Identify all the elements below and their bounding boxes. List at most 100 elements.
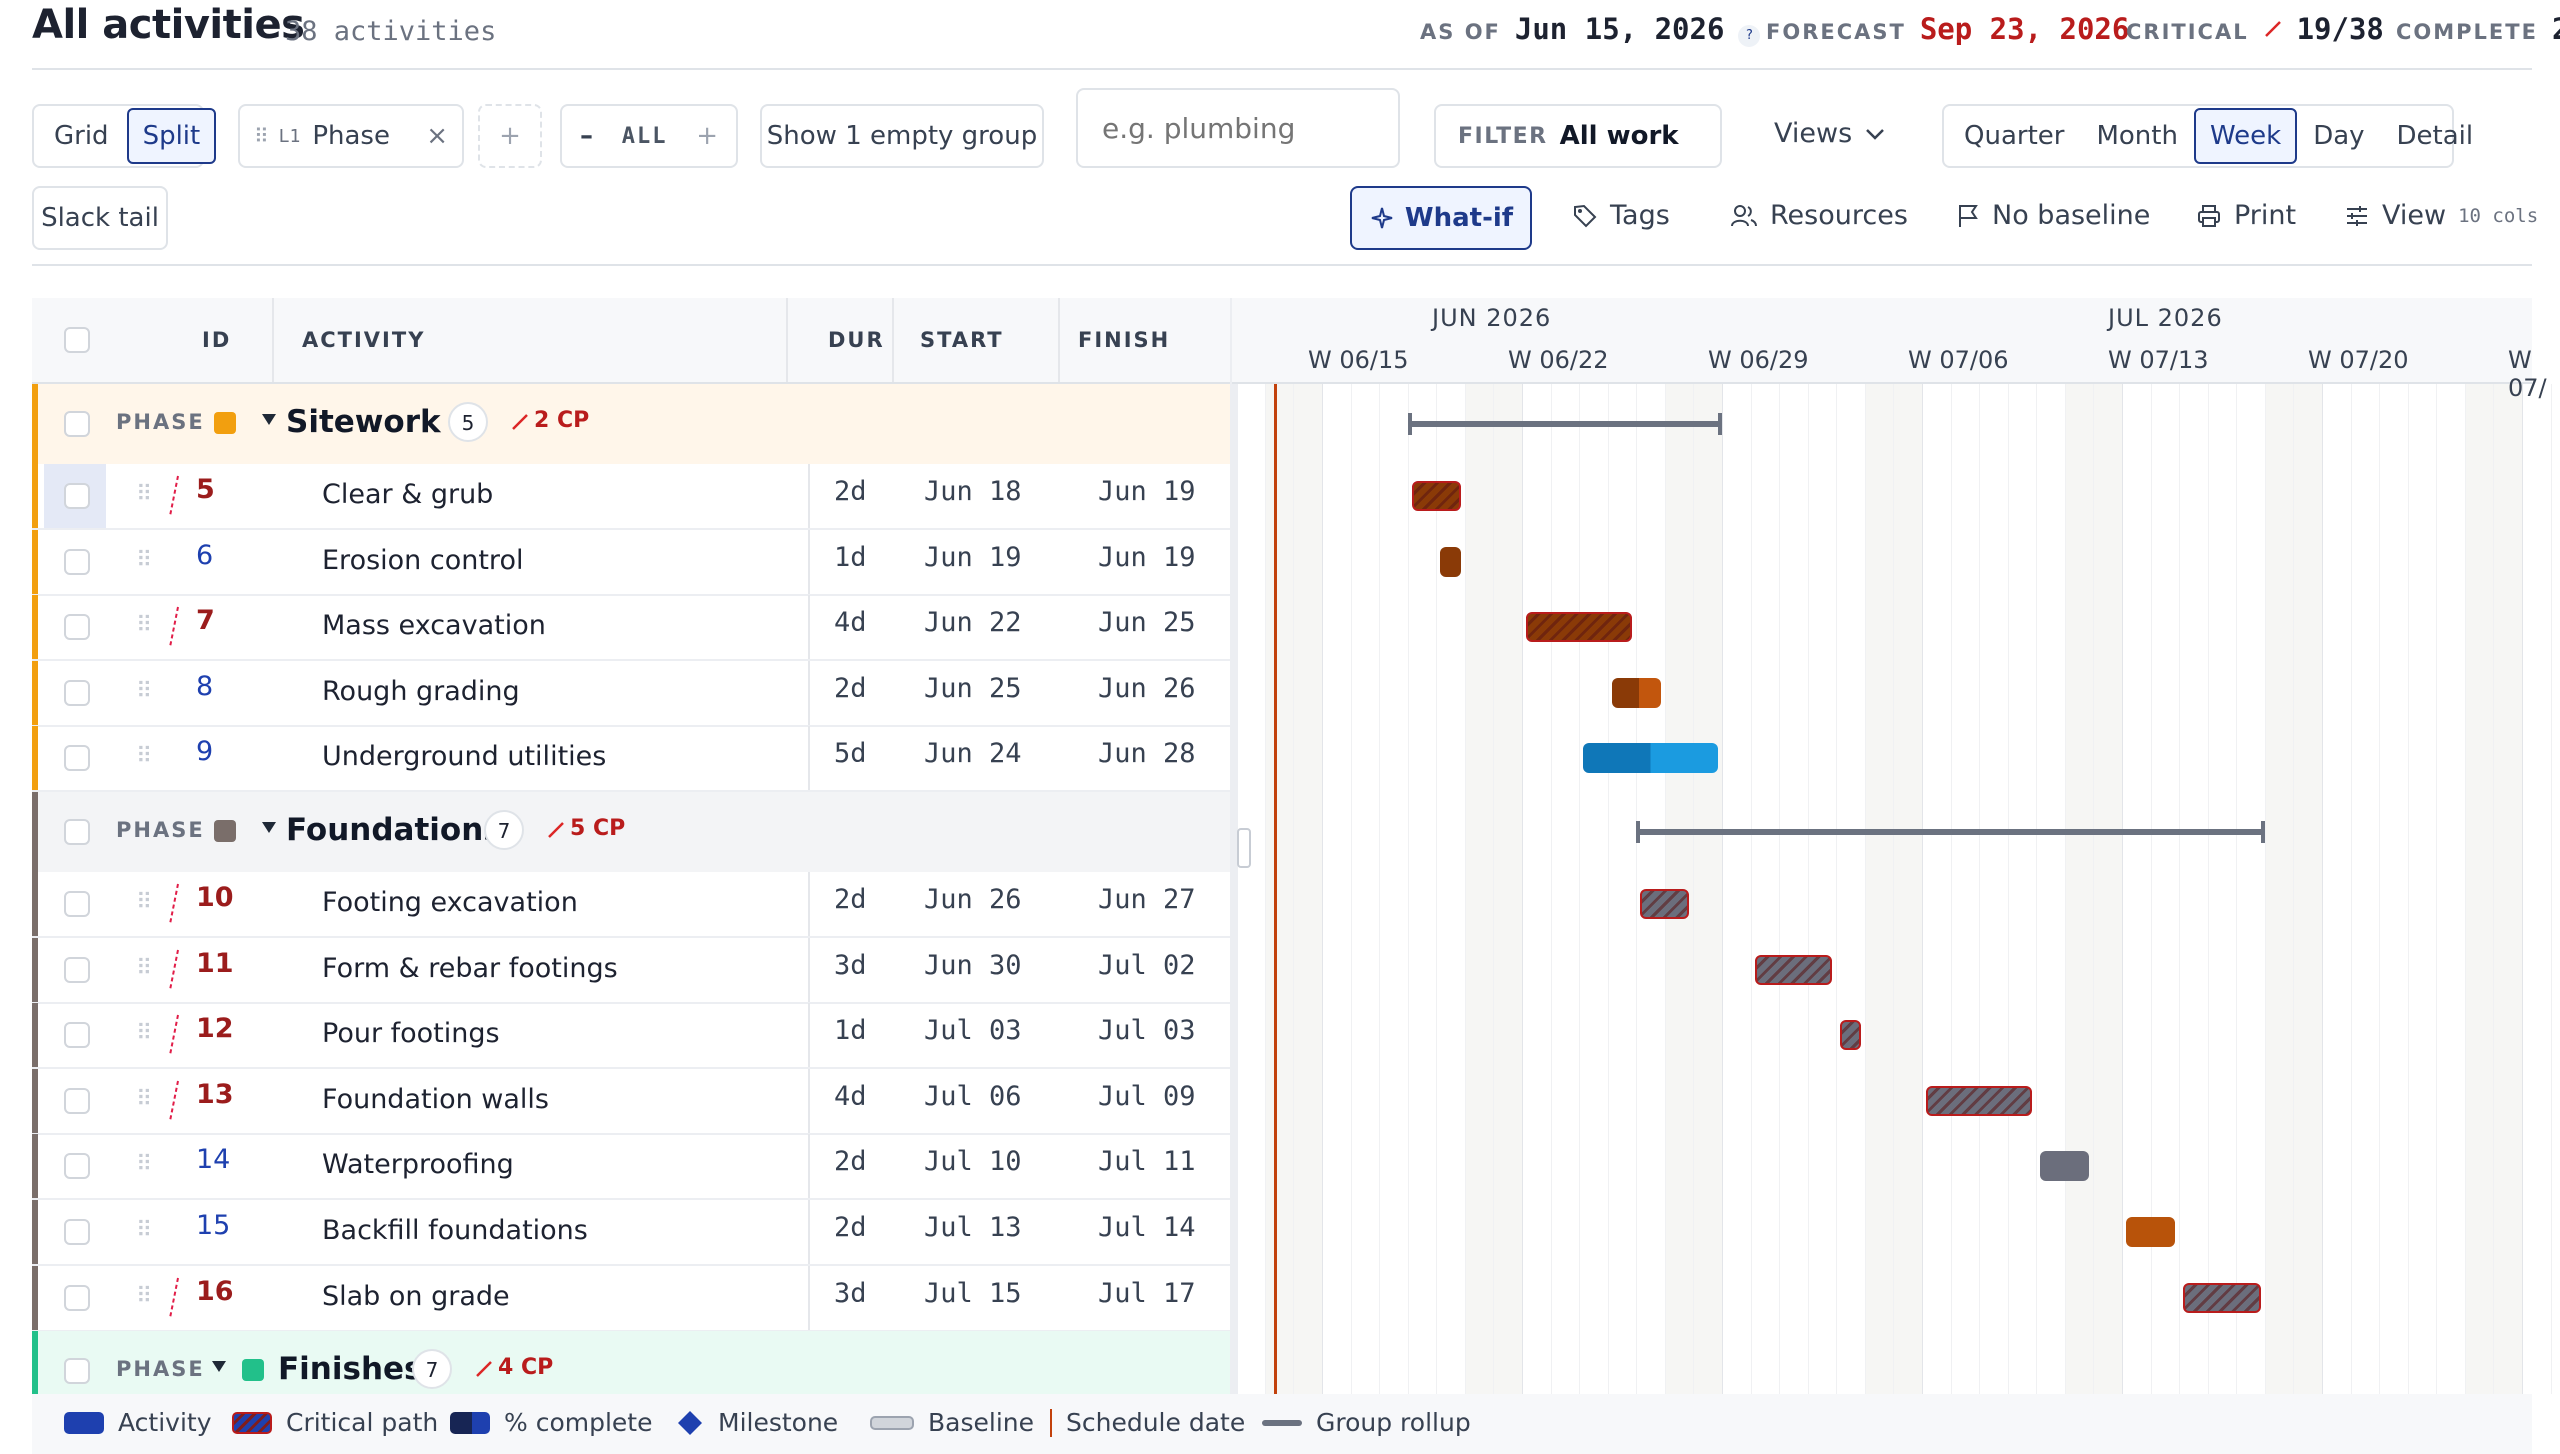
activity-name[interactable]: Pour footings <box>322 1018 500 1049</box>
activity-id[interactable]: 15 <box>196 1210 230 1241</box>
grid-mode-button[interactable]: Grid <box>38 108 125 164</box>
table-row[interactable]: ⠿ 7 Mass excavation 4d Jun 22 Jun 25 <box>32 595 1232 662</box>
activity-name[interactable]: Clear & grub <box>322 479 493 510</box>
drag-handle-icon[interactable]: ⠿ <box>136 956 152 981</box>
activity-id[interactable]: 16 <box>196 1276 234 1307</box>
table-row[interactable]: ⠿ 6 Erosion control 1d Jun 19 Jun 19 <box>32 529 1232 596</box>
activity-name[interactable]: Erosion control <box>322 545 523 576</box>
drag-handle-icon[interactable]: ⠿ <box>136 613 152 638</box>
zoom-option-week[interactable]: Week <box>2193 108 2298 164</box>
group-chip[interactable]: ⠿ L1 Phase × <box>238 104 464 168</box>
splitter-handle[interactable] <box>1237 828 1251 868</box>
resources-button[interactable]: Resources <box>1730 200 1908 231</box>
remove-group-icon[interactable]: × <box>426 121 448 151</box>
drag-handle-icon[interactable]: ⠿ <box>136 744 152 769</box>
zoom-option-detail[interactable]: Detail <box>2381 108 2490 164</box>
split-mode-button[interactable]: Split <box>126 108 217 164</box>
table-row[interactable]: ⠿ 5 Clear & grub 2d Jun 18 Jun 19 <box>32 464 1232 530</box>
column-header-finish[interactable]: FINISH <box>1078 298 1170 382</box>
drag-handle-icon[interactable]: ⠿ <box>136 890 152 915</box>
activity-name[interactable]: Foundation walls <box>322 1084 549 1115</box>
table-row[interactable]: ⠿ 13 Foundation walls 4d Jul 06 Jul 09 <box>32 1068 1232 1135</box>
chevron-down-icon[interactable] <box>262 414 276 425</box>
column-header-dur[interactable]: DUR <box>828 298 885 382</box>
activity-id[interactable]: 11 <box>196 948 234 979</box>
critical-activity-bar[interactable] <box>1754 954 1833 985</box>
table-row[interactable]: ⠿ 11 Form & rebar footings 3d Jun 30 Jul 02 <box>32 937 1232 1004</box>
row-checkbox[interactable] <box>64 679 90 706</box>
critical-activity-bar[interactable] <box>1840 1020 1861 1051</box>
print-button[interactable]: Print <box>2196 200 2296 231</box>
what-if-button[interactable]: What-if <box>1350 186 1532 250</box>
drag-handle-icon[interactable]: ⠿ <box>136 679 152 704</box>
phase-checkbox[interactable] <box>64 819 90 845</box>
row-checkbox[interactable] <box>64 614 90 641</box>
activity-id[interactable]: 9 <box>196 736 213 767</box>
column-header-id[interactable]: ID <box>202 298 231 382</box>
critical-activity-bar[interactable] <box>1926 1085 2033 1116</box>
activity-id[interactable]: 14 <box>196 1144 230 1175</box>
table-row[interactable]: ⠿ 16 Slab on grade 3d Jul 15 Jul 17 <box>32 1265 1232 1332</box>
zoom-option-quarter[interactable]: Quarter <box>1948 108 2080 164</box>
views-dropdown[interactable]: Views <box>1774 118 1886 149</box>
row-checkbox[interactable] <box>64 1022 90 1049</box>
drag-handle-icon[interactable]: ⠿ <box>136 1087 152 1112</box>
activity-bar[interactable] <box>2126 1217 2176 1247</box>
table-row[interactable]: ⠿ 14 Waterproofing 2d Jul 10 Jul 11 <box>32 1134 1232 1201</box>
collapse-all-button[interactable]: – <box>580 121 593 151</box>
activity-id[interactable]: 7 <box>196 605 215 636</box>
row-checkbox[interactable] <box>64 956 90 983</box>
activity-bar[interactable] <box>2040 1151 2090 1182</box>
filter-dropdown[interactable]: FILTER All work <box>1434 104 1722 168</box>
table-row[interactable]: ⠿ 15 Backfill foundations 2d Jul 13 Jul 14 <box>32 1200 1232 1266</box>
table-row[interactable]: ⠿ 9 Underground utilities 5d Jun 24 Jun 28 <box>32 726 1232 793</box>
select-all-checkbox[interactable] <box>64 327 90 353</box>
add-group-button[interactable]: + <box>478 104 542 168</box>
chevron-down-icon[interactable] <box>212 1361 226 1373</box>
drag-handle-icon[interactable]: ⠿ <box>136 1218 152 1243</box>
row-checkbox[interactable] <box>64 1087 90 1114</box>
activity-id[interactable]: 12 <box>196 1013 234 1044</box>
phase-group-row[interactable]: PHASE Foundations 7 5 CP <box>32 792 1230 872</box>
phase-checkbox[interactable] <box>64 411 90 437</box>
activity-name[interactable]: Underground utilities <box>322 741 606 772</box>
baseline-button[interactable]: No baseline <box>1956 200 2150 231</box>
row-checkbox[interactable] <box>64 1284 90 1311</box>
column-header-activity[interactable]: ACTIVITY <box>302 298 425 382</box>
slack-tail-button[interactable]: Slack tail <box>32 186 168 250</box>
row-checkbox[interactable] <box>64 548 90 575</box>
activity-id[interactable]: 13 <box>196 1079 234 1110</box>
activity-id[interactable]: 6 <box>196 540 213 571</box>
zoom-option-month[interactable]: Month <box>2080 108 2194 164</box>
help-icon[interactable]: ? <box>1738 25 1761 47</box>
activity-name[interactable]: Slab on grade <box>322 1281 510 1312</box>
chevron-down-icon[interactable] <box>262 822 276 833</box>
view-columns-button[interactable]: View 10 cols <box>2344 200 2538 231</box>
activity-name[interactable]: Footing excavation <box>322 887 578 918</box>
table-row[interactable]: ⠿ 10 Footing excavation 2d Jun 26 Jun 27 <box>32 872 1232 938</box>
activity-name[interactable]: Mass excavation <box>322 610 546 641</box>
activity-name[interactable]: Rough grading <box>322 676 520 707</box>
activity-bar[interactable] <box>1611 677 1661 708</box>
activity-bar[interactable] <box>1583 743 1718 774</box>
row-checkbox[interactable] <box>64 1153 90 1180</box>
drag-handle-icon[interactable]: ⠿ <box>136 1021 152 1046</box>
show-empty-group-button[interactable]: Show 1 empty group <box>760 104 1044 168</box>
row-checkbox[interactable] <box>64 745 90 772</box>
row-checkbox[interactable] <box>64 1219 90 1245</box>
table-row[interactable]: ⠿ 8 Rough grading 2d Jun 25 Jun 26 <box>32 660 1232 727</box>
critical-activity-bar[interactable] <box>2183 1282 2261 1313</box>
drag-handle-icon[interactable]: ⠿ <box>136 1152 152 1177</box>
drag-handle-icon[interactable]: ⠿ <box>136 548 152 573</box>
phase-group-row[interactable]: PHASE Sitework 5 2 CP <box>32 384 1230 464</box>
tags-button[interactable]: Tags <box>1572 200 1670 231</box>
phase-checkbox[interactable] <box>64 1358 90 1385</box>
activity-id[interactable]: 10 <box>196 882 234 913</box>
activity-bar[interactable] <box>1440 546 1461 577</box>
column-header-start[interactable]: START <box>920 298 1004 382</box>
row-checkbox[interactable] <box>64 483 90 509</box>
zoom-option-day[interactable]: Day <box>2297 108 2380 164</box>
activity-id[interactable]: 5 <box>196 474 215 505</box>
activity-name[interactable]: Backfill foundations <box>322 1215 588 1246</box>
table-row[interactable]: ⠿ 12 Pour footings 1d Jul 03 Jul 03 <box>32 1003 1232 1070</box>
